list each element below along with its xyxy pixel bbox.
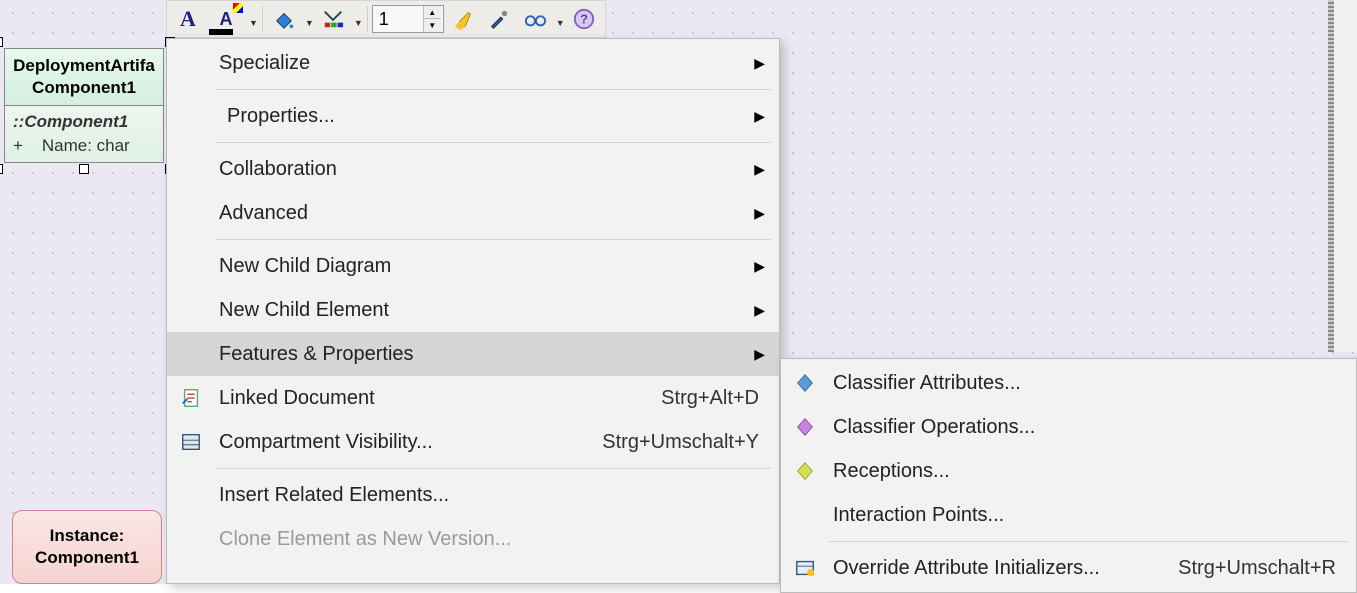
attr-text: Name: char <box>42 136 130 155</box>
spinner-up[interactable]: ▲ <box>423 6 441 19</box>
submenu-override-attribute[interactable]: Override Attribute Initializers... Strg+… <box>781 546 1356 590</box>
menu-separator <box>215 89 771 90</box>
toolbar-separator <box>367 6 368 32</box>
instance-title-line1: Instance: <box>50 525 125 547</box>
operation-icon <box>781 416 829 438</box>
dropdown-arrow-icon[interactable]: ▼ <box>305 18 314 28</box>
menu-separator <box>215 239 771 240</box>
font-color-button[interactable]: A <box>207 3 245 35</box>
line-color-button[interactable] <box>316 3 350 35</box>
submenu-features-properties: Classifier Attributes... Classifier Oper… <box>780 358 1357 593</box>
component-title-line1: DeploymentArtifa <box>9 55 159 77</box>
format-toolbar: A A ▼ ▼ ▼ ▲ ▼ ▼ <box>166 0 606 38</box>
resize-handle[interactable] <box>0 37 3 47</box>
reception-icon <box>781 460 829 482</box>
attribute-icon <box>781 372 829 394</box>
menu-separator <box>829 541 1348 542</box>
menu-collaboration[interactable]: Collaboration ▶ <box>167 147 779 191</box>
menu-specialize[interactable]: Specialize ▶ <box>167 41 779 85</box>
submenu-interaction-points[interactable]: Interaction Points... <box>781 493 1356 537</box>
dropdown-arrow-icon[interactable]: ▼ <box>249 18 258 28</box>
submenu-classifier-operations[interactable]: Classifier Operations... <box>781 405 1356 449</box>
submenu-arrow-icon: ▶ <box>754 205 765 222</box>
menu-new-child-element[interactable]: New Child Element ▶ <box>167 288 779 332</box>
svg-text:?: ? <box>580 12 588 27</box>
submenu-arrow-icon: ▶ <box>754 108 765 125</box>
menu-insert-related[interactable]: Insert Related Elements... <box>167 473 779 517</box>
component-element[interactable]: DeploymentArtifa Component1 ::Component1… <box>4 48 164 163</box>
menu-separator <box>215 468 771 469</box>
color-picker-button[interactable] <box>482 3 516 35</box>
menu-linked-document[interactable]: Linked Document Strg+Alt+D <box>167 376 779 420</box>
fill-color-button[interactable] <box>267 3 301 35</box>
menu-shortcut: Strg+Umschalt+Y <box>582 431 759 454</box>
compartment-icon <box>167 431 215 453</box>
dropdown-arrow-icon[interactable]: ▼ <box>354 18 363 28</box>
vertical-scrollbar[interactable] <box>1333 0 1357 352</box>
menu-advanced[interactable]: Advanced ▶ <box>167 191 779 235</box>
submenu-arrow-icon: ▶ <box>754 302 765 319</box>
instance-title-line2: Component1 <box>35 547 139 569</box>
submenu-receptions[interactable]: Receptions... <box>781 449 1356 493</box>
diagram-canvas[interactable]: A A ▼ ▼ ▼ ▲ ▼ ▼ <box>0 0 1357 584</box>
submenu-arrow-icon: ▶ <box>754 258 765 275</box>
line-width-input[interactable] <box>373 6 423 32</box>
component-header: DeploymentArtifa Component1 <box>5 49 163 106</box>
attr-visibility: + <box>13 136 23 155</box>
submenu-arrow-icon: ▶ <box>754 346 765 363</box>
context-menu: Specialize ▶ Properties... ▶ Collaborati… <box>166 38 780 584</box>
menu-features-properties[interactable]: Features & Properties ▶ <box>167 332 779 376</box>
line-width-spinner[interactable]: ▲ ▼ <box>372 5 444 33</box>
menu-shortcut: Strg+Umschalt+R <box>1158 557 1336 580</box>
submenu-arrow-icon: ▶ <box>754 55 765 72</box>
menu-new-child-diagram[interactable]: New Child Diagram ▶ <box>167 244 779 288</box>
menu-compartment-visibility[interactable]: Compartment Visibility... Strg+Umschalt+… <box>167 420 779 464</box>
spinner-down[interactable]: ▼ <box>423 19 441 32</box>
submenu-classifier-attributes[interactable]: Classifier Attributes... <box>781 361 1356 405</box>
font-button[interactable]: A <box>171 3 205 35</box>
resize-handle[interactable] <box>79 164 89 174</box>
submenu-arrow-icon: ▶ <box>754 161 765 178</box>
menu-clone-element: Clone Element as New Version... <box>167 517 779 561</box>
component-title-line2: Component1 <box>9 77 159 99</box>
help-button[interactable]: ? <box>567 3 601 35</box>
resize-handle[interactable] <box>0 164 3 174</box>
instance-element[interactable]: Instance: Component1 <box>12 510 162 584</box>
dropdown-arrow-icon[interactable]: ▼ <box>556 18 565 28</box>
menu-properties[interactable]: Properties... ▶ <box>167 94 779 138</box>
linked-document-icon <box>167 387 215 409</box>
menu-shortcut: Strg+Alt+D <box>641 387 759 410</box>
glasses-button[interactable] <box>518 3 552 35</box>
component-body: ::Component1 + Name: char <box>5 106 163 162</box>
override-icon <box>781 557 829 579</box>
toolbar-separator <box>262 6 263 32</box>
component-section-name: ::Component1 <box>13 112 155 132</box>
menu-separator <box>215 142 771 143</box>
highlighter-button[interactable] <box>446 3 480 35</box>
